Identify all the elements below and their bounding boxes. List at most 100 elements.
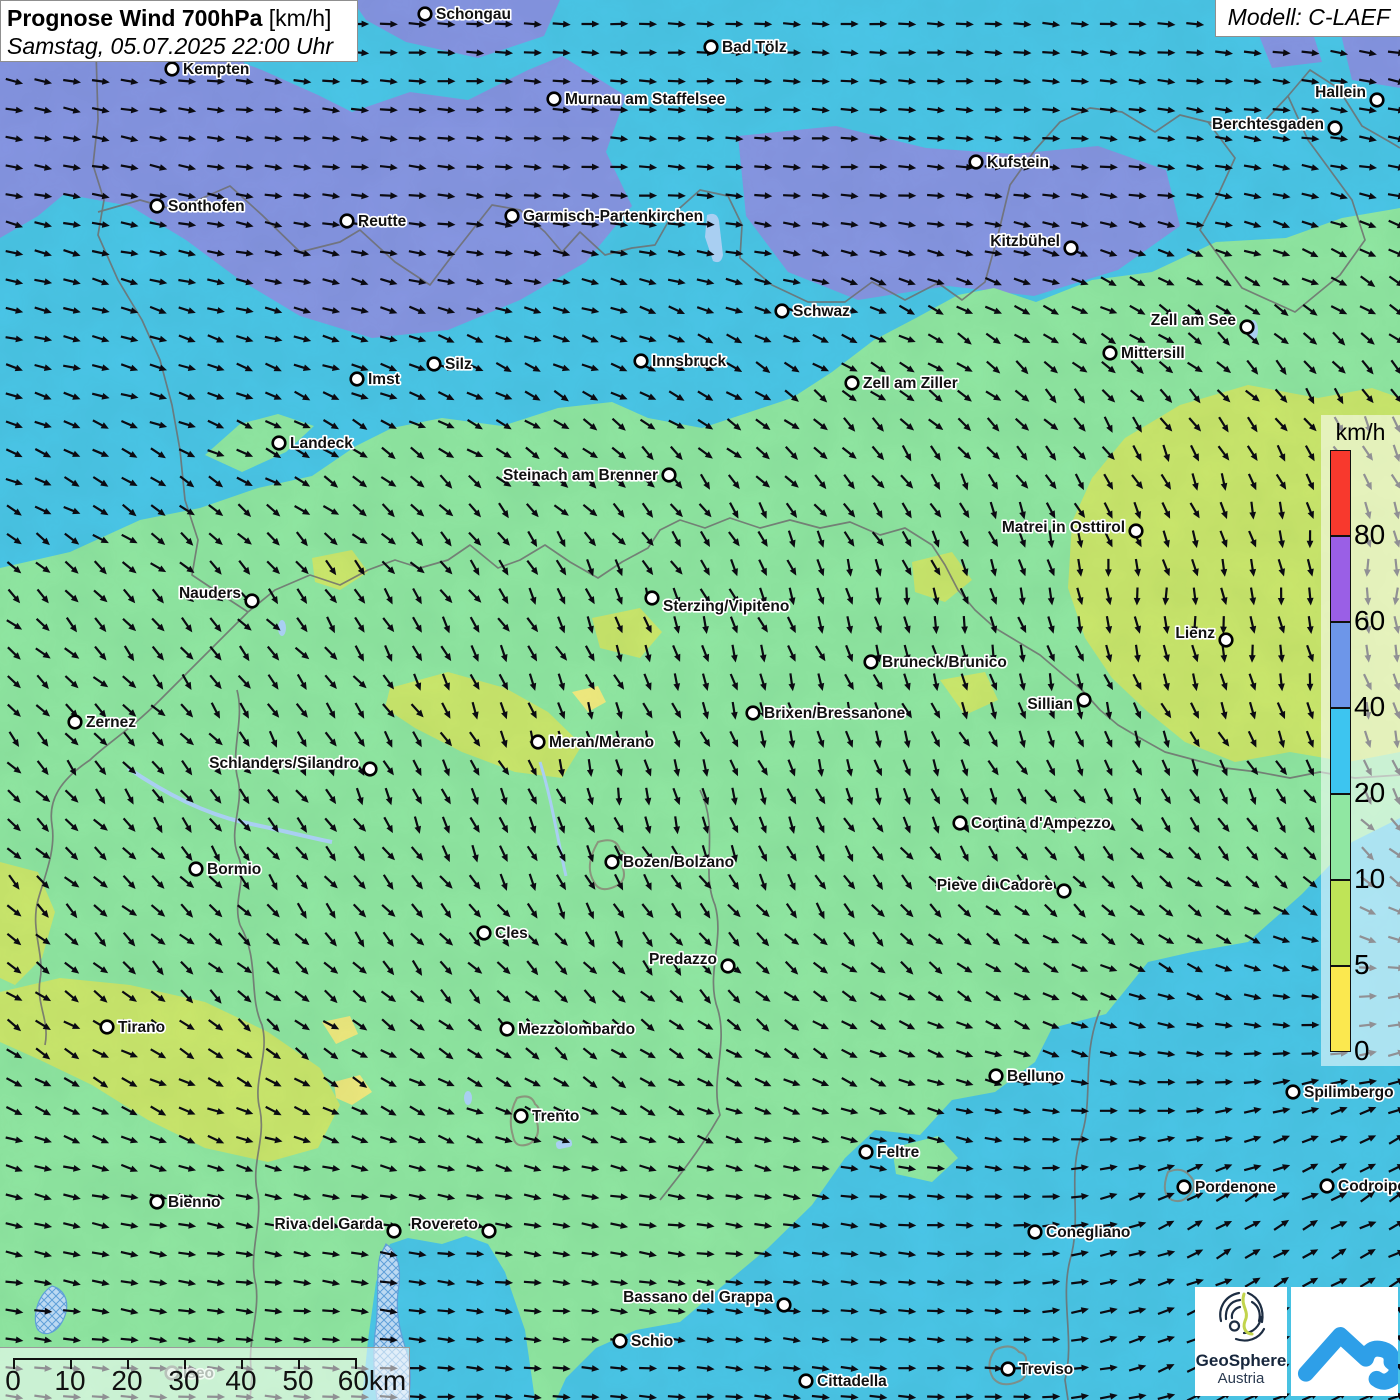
map-title-box: Prognose Wind 700hPa [km/h] Samstag, 05.… <box>0 0 358 62</box>
city-label: Trento <box>532 1108 579 1125</box>
city-marker <box>548 93 561 106</box>
city-label: Bad Tölz <box>722 39 787 56</box>
city-label: Kitzbühel <box>990 233 1060 250</box>
city-label: Hallein <box>1315 84 1366 101</box>
legend-segment <box>1330 880 1351 966</box>
title-parameter: Prognose Wind 700hPa <box>7 5 262 31</box>
city-label: Schio <box>631 1333 673 1350</box>
city-label: Conegliano <box>1046 1224 1130 1241</box>
city-label: Zernez <box>86 714 136 731</box>
city-marker <box>1321 1180 1334 1193</box>
city-marker <box>515 1110 528 1123</box>
city-label: Steinach am Brenner <box>503 467 658 484</box>
scale-number: 40 <box>225 1365 256 1397</box>
scale-number: 30 <box>168 1365 199 1397</box>
city-marker <box>614 1335 627 1348</box>
city-marker <box>800 1375 813 1388</box>
city-label: Treviso <box>1019 1361 1073 1378</box>
city-marker <box>1130 525 1143 538</box>
city-label: Bruneck/Brunico <box>882 654 1007 671</box>
city-marker <box>1078 694 1091 707</box>
city-label: Pieve di Cadore <box>937 877 1054 894</box>
city-marker <box>846 377 859 390</box>
city-schio: Schio <box>614 1333 674 1350</box>
city-matrei-in-osttirol: Matrei in Osttirol <box>1002 519 1142 537</box>
distance-scale: 0102030405060km <box>0 1347 410 1400</box>
city-steinach-am-brenner: Steinach am Brenner <box>503 467 675 484</box>
city-label: Codroipo <box>1338 1178 1400 1195</box>
city-label: Landeck <box>290 435 353 452</box>
city-marker <box>1220 634 1233 647</box>
city-label: Pordenone <box>1195 1179 1276 1196</box>
city-label: Bienno <box>168 1194 221 1211</box>
city-silz: Silz <box>428 356 472 373</box>
city-marker <box>1104 347 1117 360</box>
city-marker <box>954 817 967 830</box>
city-label: Spilimbergo <box>1304 1084 1394 1101</box>
city-cortina-d-ampezzo: Cortina d'Ampezzo <box>954 815 1111 832</box>
legend-threshold-label: 10 <box>1354 864 1400 894</box>
city-marker <box>428 358 441 371</box>
city-label: Cles <box>495 925 528 942</box>
city-marker <box>865 656 878 669</box>
city-label: Schongau <box>436 6 511 23</box>
legend-threshold-label: 40 <box>1354 692 1400 722</box>
city-marker <box>351 373 364 386</box>
legend-threshold-label: 20 <box>1354 778 1400 808</box>
city-imst: Imst <box>351 371 400 388</box>
city-berchtesgaden: Berchtesgaden <box>1212 116 1341 134</box>
city-marker <box>190 863 203 876</box>
city-label: Kufstein <box>987 154 1049 171</box>
city-marker <box>747 707 760 720</box>
city-label: Riva del Garda <box>274 1216 383 1233</box>
city-marker <box>341 215 354 228</box>
mountain-cloud-icon <box>1291 1287 1398 1396</box>
city-label: Schwaz <box>793 303 850 320</box>
city-marker <box>1287 1086 1300 1099</box>
city-label: Murnau am Staffelsee <box>565 91 726 108</box>
city-label: Garmisch-Partenkirchen <box>523 208 703 225</box>
city-marker <box>501 1023 514 1036</box>
city-label: Bozen/Bolzano <box>623 854 734 871</box>
partner-logo <box>1291 1287 1398 1396</box>
city-label: Schlanders/Silandro <box>209 755 359 772</box>
city-label: Zell am Ziller <box>863 375 958 392</box>
city-marker <box>776 305 789 318</box>
city-label: Berchtesgaden <box>1212 116 1324 133</box>
city-label: Kempten <box>183 61 249 78</box>
legend-segment <box>1330 794 1351 880</box>
title-unit: [km/h] <box>262 5 331 31</box>
city-marker <box>388 1225 401 1238</box>
city-marker <box>990 1070 1003 1083</box>
city-marker <box>1371 94 1384 107</box>
scale-number: 50 <box>282 1365 313 1397</box>
city-marker <box>273 437 286 450</box>
wind-forecast-map-screen: Schongau Bad Tölz Kempten Murnau am Staffel… <box>0 0 1400 1400</box>
city-feltre: Feltre <box>860 1144 920 1161</box>
city-bruneck-brunico: Bruneck/Brunico <box>865 654 1007 671</box>
city-label: Reutte <box>358 213 407 230</box>
city-marker <box>1065 242 1078 255</box>
city-label: Silz <box>445 356 472 373</box>
city-marker <box>1029 1226 1042 1239</box>
scale-number: 60km <box>338 1365 406 1397</box>
contour-lines-icon <box>1211 1287 1271 1349</box>
city-zernez: Zernez <box>69 714 137 731</box>
city-garmisch-partenkirchen: Garmisch-Partenkirchen <box>506 208 703 225</box>
city-marker <box>635 355 648 368</box>
city-marker <box>860 1146 873 1159</box>
model-label: Modell: C-LAEF <box>1215 0 1400 37</box>
legend-threshold-label: 80 <box>1354 520 1400 550</box>
city-marker <box>1241 321 1254 334</box>
city-marker <box>101 1021 114 1034</box>
city-meran-merano: Meran/Merano <box>532 734 654 751</box>
city-marker <box>364 763 377 776</box>
city-marker <box>166 63 179 76</box>
city-brixen-bressanone: Brixen/Bressanone <box>747 705 906 722</box>
scale-number: 10 <box>54 1365 85 1397</box>
city-label: Belluno <box>1007 1068 1064 1085</box>
city-label: Sonthofen <box>168 198 245 215</box>
city-mezzolombardo: Mezzolombardo <box>501 1021 635 1038</box>
city-trento: Trento <box>515 1108 580 1125</box>
legend-threshold-label: 5 <box>1354 950 1400 980</box>
